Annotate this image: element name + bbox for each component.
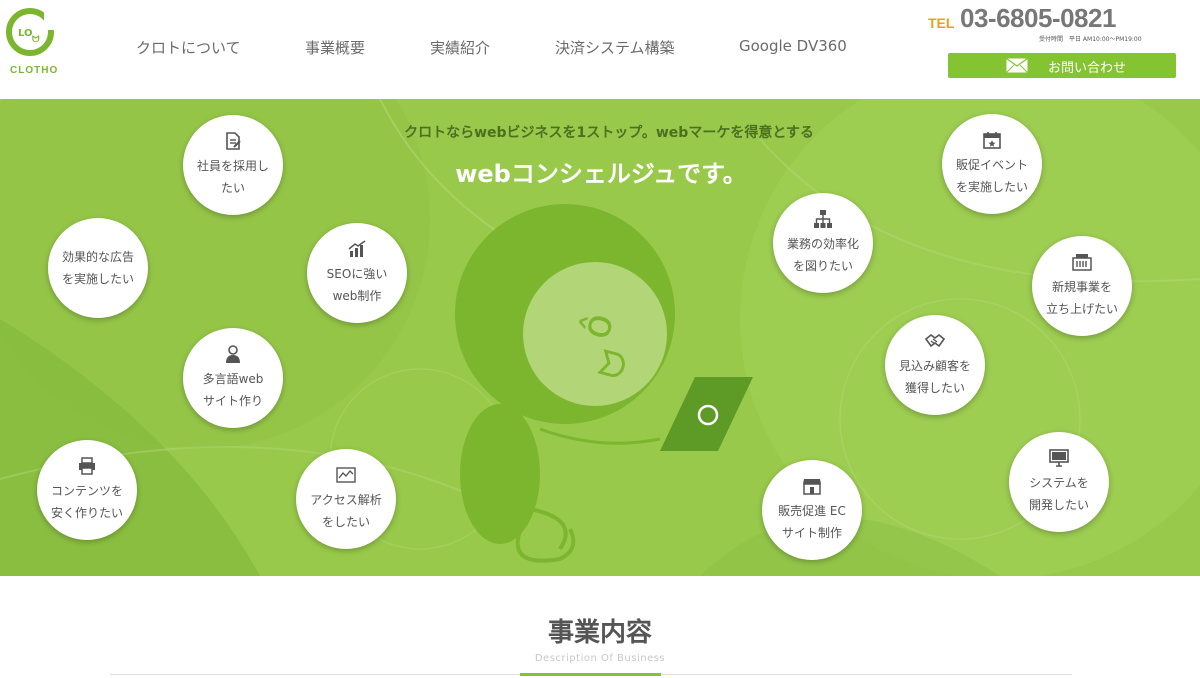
bubble-seo[interactable]: SEOに強い web制作 xyxy=(307,223,407,323)
tel-number[interactable]: 03-6805-0821 xyxy=(960,3,1116,34)
bubble-line2: たい xyxy=(220,181,245,195)
section-divider-accent xyxy=(520,673,661,676)
section-subtitle: Description Of Business xyxy=(534,653,666,664)
bubble-advertising[interactable]: 効果的な広告 を実施したい xyxy=(48,218,148,318)
svg-text:ᗢ: ᗢ xyxy=(32,34,40,45)
calendar-icon xyxy=(983,132,1001,149)
bubble-multilingual[interactable]: 多言語web サイト作り xyxy=(183,328,283,428)
business-hours: 受付時間 平日 AM10:00～PM19:00 xyxy=(1039,36,1142,43)
mail-icon xyxy=(1006,58,1028,73)
clotho-logo[interactable]: LO ᗢ CLOTHO xyxy=(6,6,57,76)
nav-item-business[interactable]: 事業概要 xyxy=(305,37,365,58)
bubble-recruit[interactable]: 社員を採用し たい xyxy=(183,115,283,215)
person-icon xyxy=(226,345,240,363)
bubble-line2: web制作 xyxy=(332,289,382,303)
business-section: 事業内容 Description Of Business xyxy=(0,576,1200,678)
bubble-line2: をしたい xyxy=(321,515,370,529)
contact-button[interactable]: お問い合わせ xyxy=(948,53,1176,78)
bubble-line2: を実施したい xyxy=(955,180,1028,194)
nav-item-about[interactable]: クロトについて xyxy=(136,37,241,58)
bubble-line2: サイト作り xyxy=(202,394,263,408)
contact-button-label: お問い合わせ xyxy=(1048,61,1127,76)
shop-icon xyxy=(803,479,821,495)
bubble-line1: 社員を採用し xyxy=(196,159,269,173)
nav-item-dv360[interactable]: Google DV360 xyxy=(739,37,847,55)
site-header: LO ᗢ CLOTHO クロトについて 事業概要 実績紹介 決済システム構築 G… xyxy=(0,0,1200,99)
bubble-line1: システムを xyxy=(1029,476,1089,490)
bubble-line2: 立ち上げたい xyxy=(1045,302,1118,316)
bubble-line1: アクセス解析 xyxy=(310,493,382,507)
bubble-event[interactable]: 販促イベント を実施したい xyxy=(942,114,1042,214)
handshake-icon xyxy=(925,333,945,348)
bubble-line1: 効果的な広告 xyxy=(61,250,134,264)
growth-chart-icon xyxy=(348,240,366,257)
nav-item-payment[interactable]: 決済システム構築 xyxy=(555,37,675,58)
bubble-line1: コンテンツを xyxy=(50,484,123,498)
bubble-new-business[interactable]: 新規事業を立ち上げたい xyxy=(1032,236,1132,336)
svg-text:LO: LO xyxy=(18,28,33,39)
logo-wordmark: CLOTHO xyxy=(10,65,59,76)
bubble-line2: を図りたい xyxy=(792,259,853,273)
bubble-line2: 安く作りたい xyxy=(50,506,123,520)
org-chart-icon xyxy=(814,210,832,228)
bubble-analytics[interactable]: アクセス解析 をしたい xyxy=(296,449,396,549)
bubble-line1: 見込み顧客を xyxy=(898,359,971,373)
building-icon xyxy=(1072,254,1092,271)
bubble-line1: 業務の効率化 xyxy=(786,237,859,251)
bubble-line1: 販売促進 EC xyxy=(778,504,846,518)
bubble-line2: サイト制作 xyxy=(781,526,842,540)
bubble-line1: 新規事業を xyxy=(1051,280,1112,294)
analytics-icon xyxy=(336,467,356,483)
bubble-line1: 販促イベント xyxy=(955,158,1028,172)
bubble-line2: を実施したい xyxy=(61,272,134,286)
nav-item-works[interactable]: 実績紹介 xyxy=(430,37,490,58)
bubble-line2: 獲得したい xyxy=(904,381,965,395)
bubble-line1: 多言語web xyxy=(202,372,264,386)
printer-icon xyxy=(79,457,95,475)
bubble-line2: 開発したい xyxy=(1028,498,1089,512)
mascot-illustration: ô ᗢ xyxy=(455,204,753,563)
document-edit-icon xyxy=(226,132,241,150)
clotho-logo-mark-icon: LO ᗢ xyxy=(6,8,56,56)
bubble-system[interactable]: システムを開発したい xyxy=(1009,432,1109,532)
bubble-line1: SEOに強い xyxy=(326,267,388,281)
monitor-icon xyxy=(1049,449,1069,467)
section-title: 事業内容 xyxy=(547,618,652,648)
bubble-content[interactable]: コンテンツを 安く作りたい xyxy=(37,440,137,540)
bubble-ec-site[interactable]: 販売促進 EC サイト制作 xyxy=(762,460,862,560)
hero-banner: クロトならwebビジネスを1ストップ。webマーケを得意とする webコンシェル… xyxy=(0,99,1200,576)
bubble-leads[interactable]: 見込み顧客を 獲得したい xyxy=(885,315,985,415)
bubble-efficiency[interactable]: 業務の効率化 を図りたい xyxy=(773,193,873,293)
tel-label: TEL xyxy=(928,15,955,31)
